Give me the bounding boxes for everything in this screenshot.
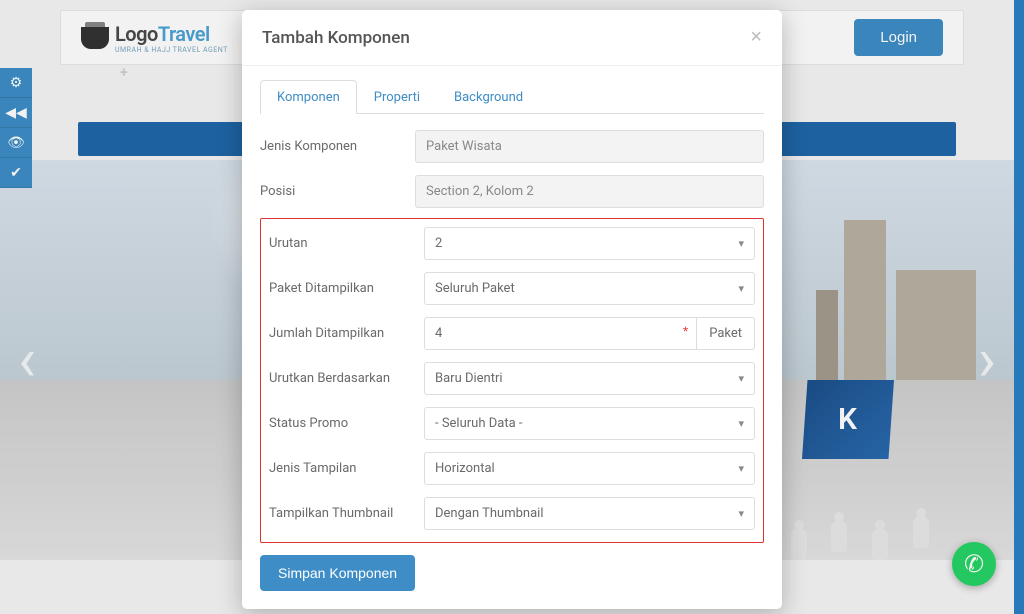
field-jumlah-ditampilkan: Jumlah Ditampilkan 4 * Paket [269, 315, 755, 352]
modal-close-button[interactable]: × [750, 26, 762, 49]
label-urutan: Urutan [269, 236, 424, 251]
label-tampilkan-thumbnail: Tampilkan Thumbnail [269, 506, 424, 521]
label-jumlah-ditampilkan: Jumlah Ditampilkan [269, 326, 424, 341]
select-tampilkan-thumbnail[interactable]: Dengan Thumbnail [424, 497, 755, 530]
save-component-button[interactable]: Simpan Komponen [260, 555, 415, 591]
field-urutkan-berdasarkan: Urutkan Berdasarkan Baru Dientri [269, 360, 755, 397]
label-jenis-tampilan: Jenis Tampilan [269, 461, 424, 476]
tab-properti[interactable]: Properti [357, 80, 437, 114]
input-addon-unit: Paket [697, 317, 755, 350]
tab-komponen[interactable]: Komponen [260, 80, 357, 114]
input-jenis-komponen: Paket Wisata [415, 130, 764, 163]
highlighted-fields: Urutan 2 Paket Ditampilkan Seluruh Paket… [260, 218, 764, 543]
label-urutkan-berdasarkan: Urutkan Berdasarkan [269, 371, 424, 386]
modal-body: Komponen Properti Background Jenis Kompo… [242, 66, 782, 609]
modal-header: Tambah Komponen × [242, 10, 782, 66]
field-paket-ditampilkan: Paket Ditampilkan Seluruh Paket [269, 270, 755, 307]
modal-tabs: Komponen Properti Background [260, 80, 764, 114]
input-posisi: Section 2, Kolom 2 [415, 175, 764, 208]
label-jenis-komponen: Jenis Komponen [260, 139, 415, 154]
label-status-promo: Status Promo [269, 416, 424, 431]
add-component-modal: Tambah Komponen × Komponen Properti Back… [242, 10, 782, 609]
field-jenis-tampilan: Jenis Tampilan Horizontal [269, 450, 755, 487]
tab-background[interactable]: Background [437, 80, 540, 114]
select-urutkan-berdasarkan[interactable]: Baru Dientri [424, 362, 755, 395]
label-posisi: Posisi [260, 184, 415, 199]
label-paket-ditampilkan: Paket Ditampilkan [269, 281, 424, 296]
input-jumlah-ditampilkan[interactable]: 4 * [424, 317, 697, 350]
required-indicator-icon: * [683, 324, 688, 338]
select-urutan[interactable]: 2 [424, 227, 755, 260]
select-status-promo[interactable]: - Seluruh Data - [424, 407, 755, 440]
field-jenis-komponen: Jenis Komponen Paket Wisata [260, 128, 764, 165]
field-posisi: Posisi Section 2, Kolom 2 [260, 173, 764, 210]
select-paket-ditampilkan[interactable]: Seluruh Paket [424, 272, 755, 305]
field-urutan: Urutan 2 [269, 225, 755, 262]
field-status-promo: Status Promo - Seluruh Data - [269, 405, 755, 442]
field-tampilkan-thumbnail: Tampilkan Thumbnail Dengan Thumbnail [269, 495, 755, 532]
select-jenis-tampilan[interactable]: Horizontal [424, 452, 755, 485]
modal-title: Tambah Komponen [262, 28, 410, 48]
